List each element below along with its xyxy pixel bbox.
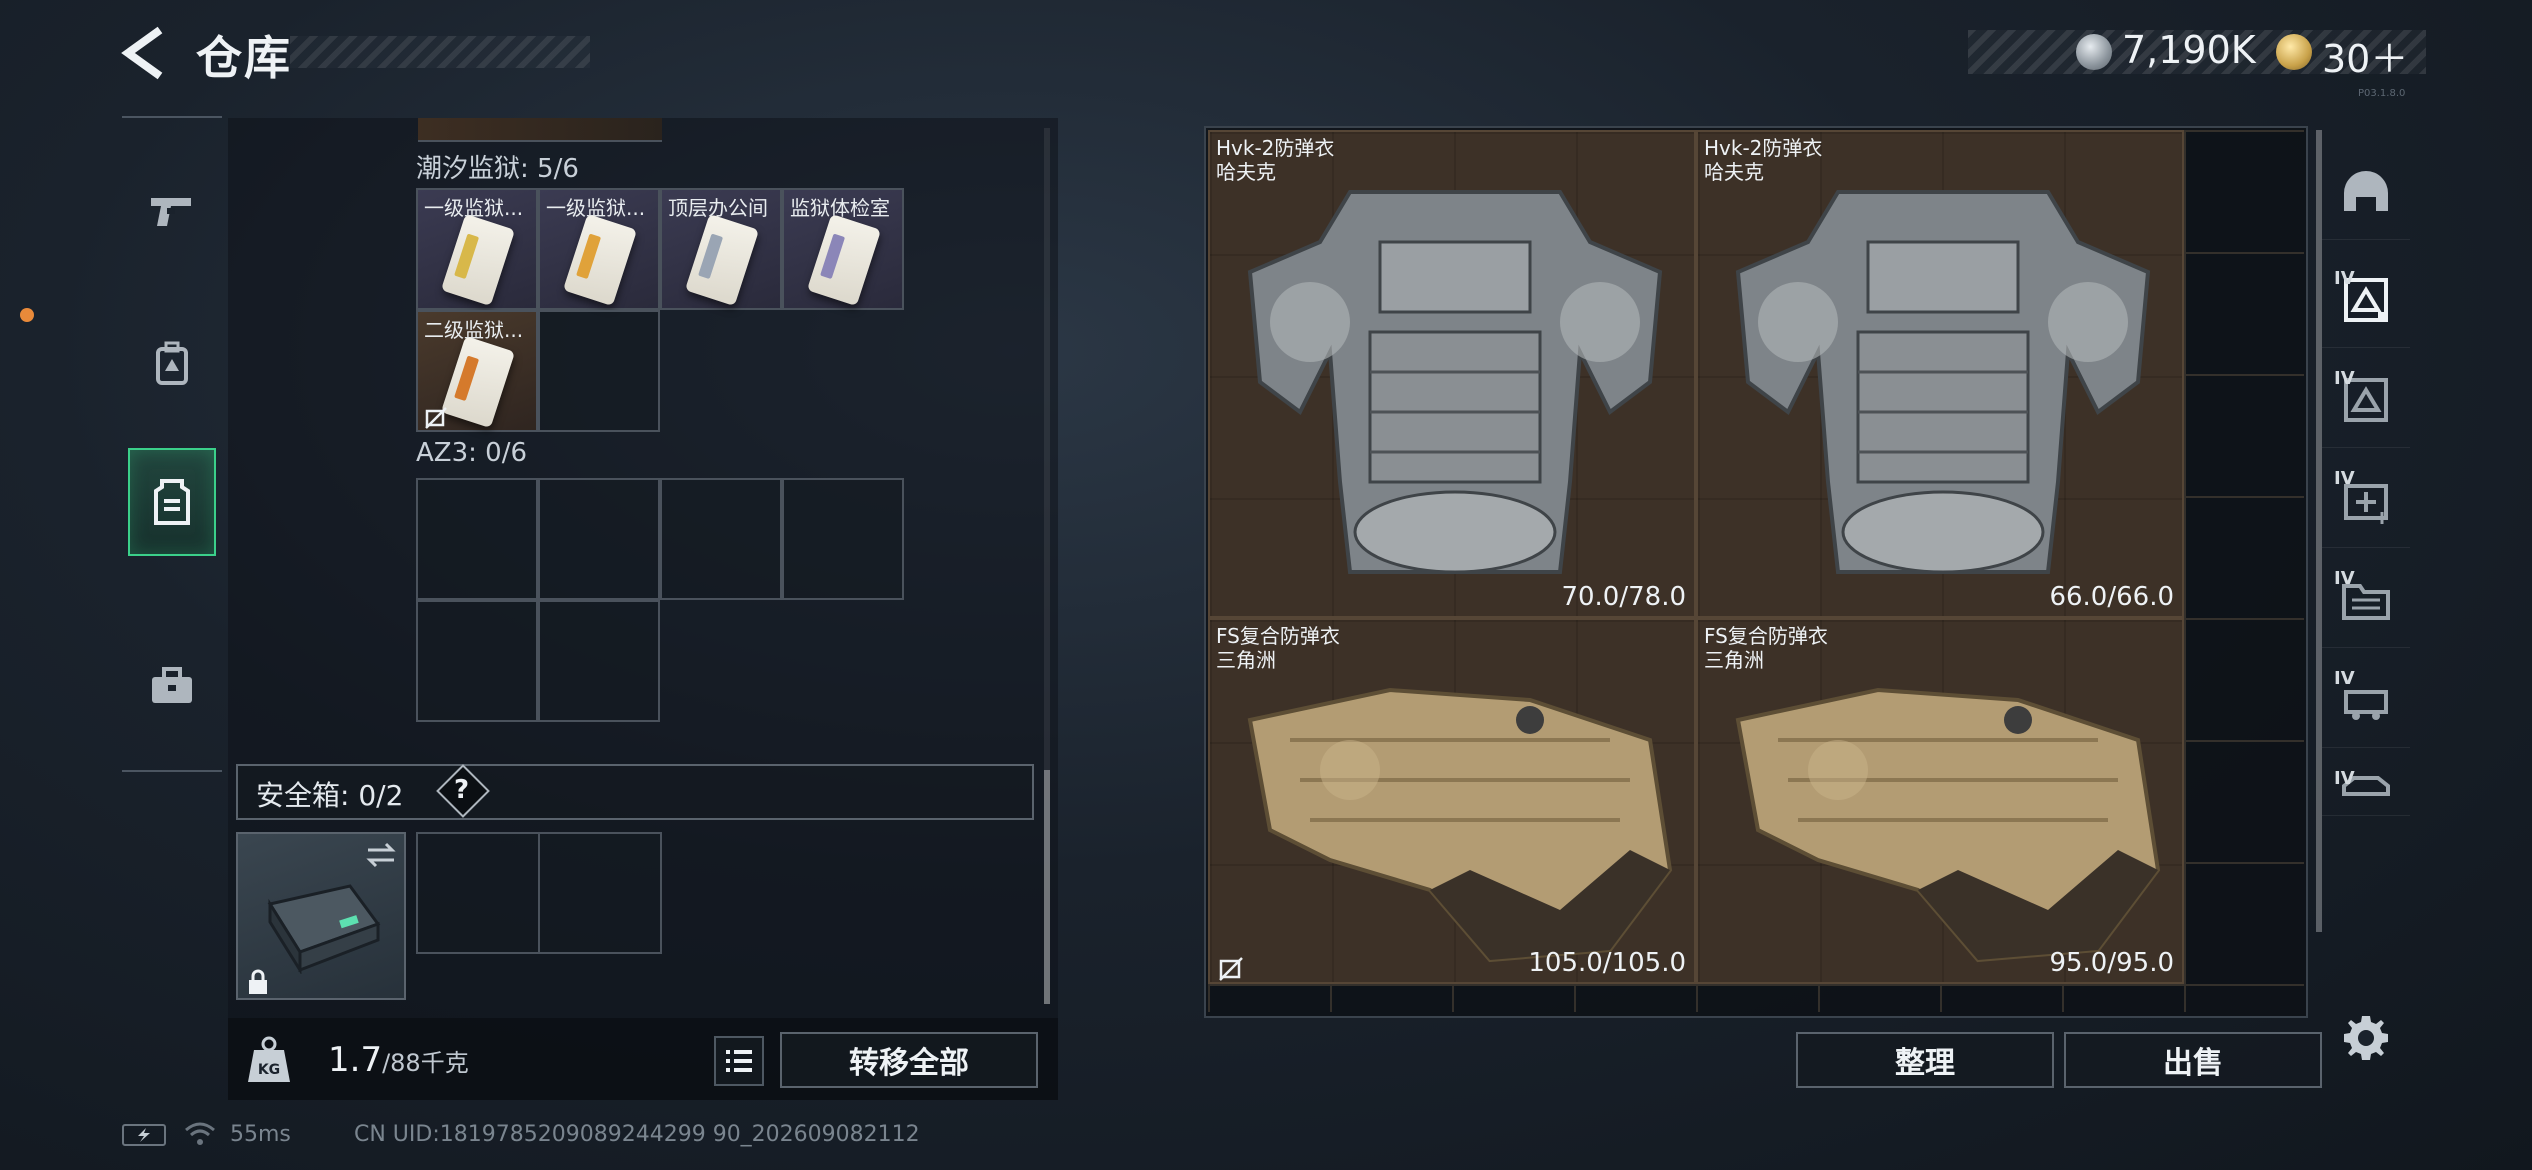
- tier-label: IV: [2334, 468, 2355, 489]
- armor-vest-gray-icon: [1247, 190, 1663, 574]
- section-az3: AZ3: 0/6: [416, 438, 528, 468]
- keycard-item[interactable]: 二级监狱...: [416, 310, 538, 432]
- gold-amount[interactable]: 30＋: [2322, 28, 2408, 83]
- empty-slot[interactable]: [782, 478, 904, 600]
- vest-icon: [154, 479, 190, 525]
- safe-case-item[interactable]: [236, 832, 406, 1000]
- sell-button[interactable]: 出售: [2064, 1032, 2322, 1088]
- empty-slot[interactable]: [416, 600, 538, 722]
- filter-nav: IV IV IV IV IV IV: [2322, 126, 2410, 1026]
- filter-medical[interactable]: IV: [2322, 452, 2410, 548]
- weight-current: 1.7: [328, 1040, 383, 1080]
- empty-slot[interactable]: [416, 478, 538, 600]
- version-tag: P03.1.8.0: [2358, 88, 2406, 99]
- inventory-scrollthumb[interactable]: [1044, 770, 1050, 1004]
- armor-vest-tan-icon: [1735, 687, 2161, 963]
- nav-cases[interactable]: [128, 632, 216, 740]
- helmet-icon: [2344, 170, 2388, 211]
- durability-text: 95.0/95.0: [2049, 948, 2174, 978]
- keycard-icon: [684, 213, 760, 307]
- slot-divider: [538, 832, 540, 954]
- armor-vest-tan-icon: [1247, 687, 1673, 963]
- filter-device[interactable]: IV: [2322, 652, 2410, 748]
- silver-amount: 7,190K: [2122, 28, 2256, 72]
- no-insure-icon: [1219, 957, 1243, 981]
- keycard-item[interactable]: 监狱体检室: [782, 188, 904, 310]
- tier-label: IV: [2334, 668, 2355, 689]
- prev-row-edge: [418, 118, 662, 142]
- weight-max: /88千克: [382, 1049, 469, 1077]
- wifi-icon: [185, 1122, 215, 1145]
- swap-icon[interactable]: [364, 842, 398, 868]
- weight-kg-icon: KG: [248, 1036, 290, 1082]
- keycard-icon: [806, 213, 882, 307]
- keycard-icon: [440, 213, 516, 307]
- filter-armor-iv[interactable]: IV: [2322, 252, 2410, 348]
- empty-slot[interactable]: [538, 310, 660, 432]
- keycard-item[interactable]: 一级监狱...: [538, 188, 660, 310]
- keycard-item[interactable]: 顶层办公间: [660, 188, 782, 310]
- armor-item[interactable]: Hvk-2防弹衣 哈夫克 66.0/66.0: [1696, 130, 2184, 618]
- filter-armor-alt[interactable]: IV: [2322, 352, 2410, 448]
- armor-item[interactable]: Hvk-2防弹衣 哈夫克 70.0/78.0: [1208, 130, 1696, 618]
- pistol-icon: [151, 198, 191, 226]
- tier-label: IV: [2334, 768, 2355, 789]
- nav-weapons[interactable]: [128, 158, 216, 266]
- nav-equipment[interactable]: [128, 310, 216, 418]
- keycard-icon: [440, 335, 516, 429]
- empty-slot[interactable]: [538, 600, 660, 722]
- ping-text: 55ms: [230, 1122, 291, 1147]
- weight-value: 1.7/88千克: [328, 1040, 469, 1080]
- briefcase-icon: [152, 667, 192, 703]
- filter-folder[interactable]: IV: [2322, 552, 2410, 648]
- back-icon[interactable]: [118, 26, 178, 80]
- safebox-label: 安全箱: 0/2: [256, 779, 404, 812]
- filter-helmet[interactable]: [2322, 144, 2410, 240]
- gold-coin-icon: [2276, 34, 2312, 70]
- empty-slot[interactable]: [538, 478, 660, 600]
- safe-case-icon: [267, 884, 381, 974]
- armor-item[interactable]: FS复合防弹衣 三角洲 95.0/95.0: [1696, 618, 2184, 984]
- svg-text:KG: KG: [258, 1062, 280, 1078]
- settings-gear-icon[interactable]: [2338, 1010, 2394, 1066]
- lock-icon: [249, 969, 267, 994]
- empty-slot[interactable]: [660, 478, 782, 600]
- no-insure-icon: [425, 407, 447, 429]
- notification-dot: [20, 308, 34, 322]
- sort-button[interactable]: 整理: [1796, 1032, 2054, 1088]
- uid-text: CN UID:1819785209089244299 90_2026090821…: [354, 1122, 920, 1147]
- transfer-all-button[interactable]: 转移全部: [780, 1032, 1038, 1088]
- page-title: 仓库: [196, 31, 292, 85]
- durability-text: 70.0/78.0: [1561, 582, 1686, 612]
- armor-item[interactable]: FS复合防弹衣 三角洲 105.0/105.0: [1208, 618, 1696, 984]
- silver-coin-icon: [2076, 34, 2112, 70]
- list-icon: [726, 1050, 752, 1072]
- tier-label: IV: [2334, 268, 2355, 289]
- armor-vest-gray-icon: [1735, 190, 2151, 574]
- nav-storage[interactable]: [128, 448, 216, 556]
- help-icon: ?: [454, 775, 470, 805]
- keycard-icon: [562, 213, 638, 307]
- tier-label: IV: [2334, 568, 2355, 589]
- section-tidal-prison: 潮汐监狱: 5/6: [416, 154, 579, 184]
- list-view-button[interactable]: [714, 1036, 764, 1086]
- battery-icon: [122, 1124, 166, 1146]
- backpack-icon: [156, 341, 188, 385]
- durability-text: 66.0/66.0: [2049, 582, 2174, 612]
- durability-text: 105.0/105.0: [1528, 948, 1686, 978]
- keycard-item[interactable]: 一级监狱...: [416, 188, 538, 310]
- tier-label: IV: [2334, 368, 2355, 389]
- filter-vehicle[interactable]: IV: [2322, 752, 2410, 816]
- title-stripe: [290, 36, 590, 68]
- side-nav: [122, 116, 222, 772]
